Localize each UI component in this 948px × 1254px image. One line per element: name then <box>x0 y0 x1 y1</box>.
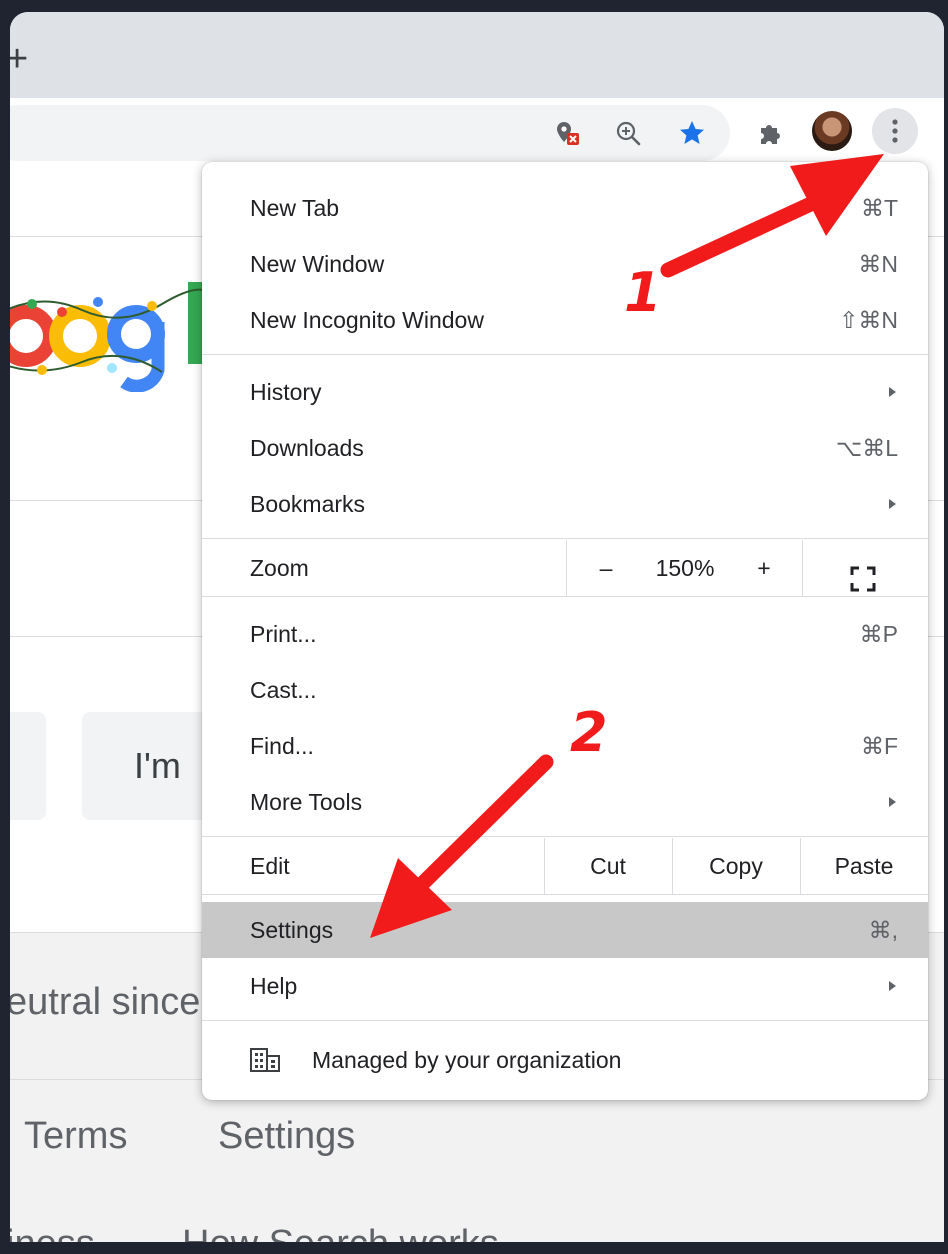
menu-item-label: Settings <box>250 917 334 943</box>
profile-avatar[interactable] <box>812 111 852 151</box>
toolbar <box>10 98 944 164</box>
menu-separator <box>202 354 928 355</box>
fullscreen-icon[interactable] <box>850 556 876 592</box>
menu-item-help[interactable]: Help <box>202 958 928 1014</box>
zoom-icon[interactable] <box>610 115 646 151</box>
menu-shortcut: ⌘, <box>868 917 898 943</box>
menu-shortcut: ⌘N <box>858 251 898 277</box>
google-search-button[interactable] <box>10 712 46 820</box>
menu-item-label: Cast... <box>250 677 317 703</box>
menu-item-cast[interactable]: Cast... <box>202 662 928 718</box>
footer-business-link[interactable]: iness <box>10 1223 95 1242</box>
extensions-puzzle-icon[interactable] <box>752 115 788 151</box>
carbon-neutral-text[interactable]: eutral since <box>10 981 200 1024</box>
menu-item-downloads[interactable]: Downloads ⌥⌘L <box>202 420 928 476</box>
menu-separator <box>202 596 928 597</box>
menu-item-find[interactable]: Find... ⌘F <box>202 718 928 774</box>
menu-separator <box>202 538 928 539</box>
zoom-label: Zoom <box>250 555 309 581</box>
footer-settings-link[interactable]: Settings <box>218 1115 355 1158</box>
menu-item-label: New Incognito Window <box>250 307 484 333</box>
menu-item-new-incognito-window[interactable]: New Incognito Window ⇧⌘N <box>202 292 928 348</box>
menu-shortcut: ⌘P <box>859 621 898 647</box>
zoom-out-button[interactable]: – <box>586 540 626 596</box>
menu-row-edit: Edit Cut Copy Paste <box>202 838 928 894</box>
kebab-menu-icon[interactable] <box>872 108 918 154</box>
cut-button[interactable]: Cut <box>544 838 672 894</box>
menu-item-label: History <box>250 379 322 405</box>
menu-item-label: Managed by your organization <box>312 1047 622 1073</box>
menu-item-label: Downloads <box>250 435 364 461</box>
menu-item-new-window[interactable]: New Window ⌘N <box>202 236 928 292</box>
menu-shortcut: ⌘T <box>860 195 898 221</box>
menu-item-history[interactable]: History <box>202 364 928 420</box>
submenu-arrow-icon <box>889 981 896 991</box>
menu-separator <box>202 836 928 837</box>
menu-item-new-tab[interactable]: New Tab ⌘T <box>202 180 928 236</box>
zoom-level: 150% <box>655 555 715 581</box>
menu-item-managed[interactable]: Managed by your organization <box>202 1032 928 1088</box>
browser-window: + I'm eutral since Terms Settings New Ta… <box>10 12 944 1242</box>
bookmark-star-icon[interactable] <box>674 115 710 151</box>
submenu-arrow-icon <box>889 797 896 807</box>
menu-item-print[interactable]: Print... ⌘P <box>202 606 928 662</box>
zoom-in-button[interactable]: + <box>744 540 784 596</box>
menu-separator <box>202 1020 928 1021</box>
menu-item-label: Print... <box>250 621 317 647</box>
menu-item-label: Help <box>250 973 298 999</box>
building-icon <box>250 1048 280 1072</box>
menu-row-zoom: Zoom – 150% + <box>202 540 928 596</box>
menu-item-label: More Tools <box>250 789 363 815</box>
paste-button[interactable]: Paste <box>800 838 928 894</box>
copy-button[interactable]: Copy <box>672 838 800 894</box>
menu-item-label: New Tab <box>250 195 340 221</box>
footer-terms-link[interactable]: Terms <box>24 1115 127 1158</box>
menu-item-bookmarks[interactable]: Bookmarks <box>202 476 928 532</box>
menu-item-label: New Window <box>250 251 385 277</box>
menu-shortcut: ⇧⌘N <box>839 307 898 333</box>
extension-blocked-icon[interactable] <box>550 115 586 151</box>
menu-shortcut: ⌘F <box>860 733 898 759</box>
menu-item-more-tools[interactable]: More Tools <box>202 774 928 830</box>
divider <box>566 540 567 596</box>
menu-item-label: Bookmarks <box>250 491 366 517</box>
menu-shortcut: ⌥⌘L <box>835 435 898 461</box>
tab-strip: + <box>10 12 944 98</box>
menu-item-settings[interactable]: Settings ⌘, <box>202 902 928 958</box>
submenu-arrow-icon <box>889 387 896 397</box>
step-1-label: 1 <box>624 261 662 324</box>
menu-separator <box>202 894 928 895</box>
step-2-label: 2 <box>570 701 608 764</box>
new-tab-button[interactable]: + <box>10 40 28 78</box>
chrome-main-menu: New Tab ⌘T New Window ⌘N New Incognito W… <box>202 162 928 1100</box>
divider <box>802 540 803 596</box>
google-doodle-logo[interactable] <box>10 282 212 392</box>
menu-item-label: Find... <box>250 733 314 759</box>
submenu-arrow-icon <box>889 499 896 509</box>
edit-label: Edit <box>250 853 290 879</box>
footer-how-search-works-link[interactable]: How Search works <box>182 1223 499 1242</box>
